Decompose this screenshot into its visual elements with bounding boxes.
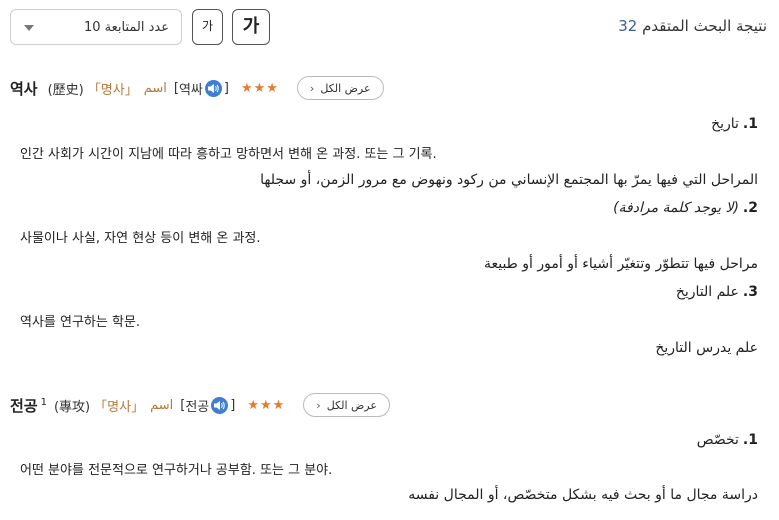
arabic-definition: دراسة مجال ما أو بحث فيه بشكل متخصّص، أو…: [408, 487, 758, 503]
hanja: (專攻): [53, 399, 91, 415]
star-rating-icon: ★★★: [240, 80, 279, 96]
pos-arabic: اسم: [150, 397, 174, 413]
headword-link[interactable]: 역사: [10, 78, 41, 99]
pos-bracket-open: 「: [94, 399, 108, 415]
view-all-button[interactable]: عرض الكل ‹: [296, 76, 384, 100]
sense-title: 2.(لا يوجد كلمة مرادفة): [613, 200, 758, 216]
pos-korean: 명사: [107, 399, 132, 415]
pos-bracket-close: 」: [124, 82, 138, 98]
arabic-definition: المراحل التي فيها يمرّ بها المجتمع الإنس…: [260, 172, 758, 188]
pronunciation: [역싸 ]: [173, 79, 229, 98]
homonym-number: 1: [40, 396, 47, 408]
korean-definition: 어떤 분야를 전문적으로 연구하거나 공부함. 또는 그 분야.: [20, 463, 333, 478]
pos-korean: 명사: [100, 82, 125, 98]
view-all-button[interactable]: عرض الكل ‹: [303, 393, 390, 417]
sense-title: 3.علم التاريخ: [675, 284, 758, 300]
sort-count-label: عدد المتابعة 10: [83, 20, 169, 35]
chevron-down-icon: [24, 25, 34, 31]
result-label: نتيجة البحث المتقدم: [642, 17, 767, 35]
font-size-large-button[interactable]: 가: [232, 9, 270, 45]
chevron-left-icon: ‹: [309, 81, 315, 95]
entry-header: 역사 (歷史) 「 명사 」 اسم [역싸 ] ★★★ عرض الكل ‹: [10, 76, 384, 100]
korean-definition: 역사를 연구하는 학문.: [20, 315, 141, 330]
arabic-definition: مراحل فيها تتطوّر وتتغيّر أشياء أو أمور …: [483, 256, 758, 272]
sense-title: 1.تاريخ: [711, 116, 758, 132]
pos-bracket-close: 」: [131, 399, 145, 415]
pos-bracket-open: 「: [87, 82, 101, 98]
result-count-number: 32: [618, 17, 638, 35]
korean-definition: 사물이나 사실, 자연 현상 등이 변해 온 과정.: [20, 231, 261, 246]
hanja: (歷史): [47, 82, 84, 98]
pos-arabic: اسم: [143, 80, 167, 96]
sort-count-select[interactable]: عدد المتابعة 10: [10, 9, 182, 45]
sense-title: 1.تخصّص: [696, 432, 758, 448]
entry-header: 전공 1 (專攻) 「 명사 」 اسم [전공 ] ★★★ عرض الكل ‹: [10, 393, 390, 417]
speaker-icon[interactable]: [211, 396, 229, 414]
toolbar: عدد المتابعة 10 가 가 نتيجة البحث المتقدم …: [0, 0, 779, 56]
result-count: نتيجة البحث المتقدم 32: [618, 17, 767, 35]
korean-definition: 인간 사회가 시간이 지남에 따라 흥하고 망하면서 변해 온 과정. 또는 그…: [20, 147, 437, 162]
arabic-definition: علم يدرس التاريخ: [655, 340, 758, 356]
pronunciation: [전공 ]: [180, 396, 236, 415]
star-rating-icon: ★★★: [247, 397, 286, 413]
headword-link[interactable]: 전공 1: [10, 395, 47, 416]
chevron-left-icon: ‹: [316, 398, 321, 412]
speaker-icon[interactable]: [204, 79, 222, 97]
font-size-small-button[interactable]: 가: [192, 9, 223, 45]
